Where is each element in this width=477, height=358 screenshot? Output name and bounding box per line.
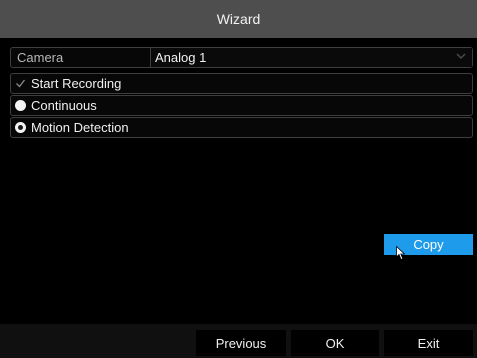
camera-label: Camera (17, 50, 64, 65)
title-bar: Wizard (0, 0, 477, 38)
camera-select[interactable]: Analog 1 (150, 48, 472, 67)
exit-button[interactable]: Exit (384, 330, 473, 356)
start-recording-label: Start Recording (31, 76, 122, 91)
chevron-down-icon (456, 53, 466, 60)
motion-detection-label: Motion Detection (31, 120, 129, 135)
wizard-dialog: Wizard Camera Analog 1 Start Recording C… (0, 0, 477, 358)
continuous-radio[interactable] (15, 100, 26, 111)
ok-button[interactable]: OK (291, 330, 379, 356)
camera-row: Camera Analog 1 (10, 47, 473, 68)
motion-detection-radio[interactable] (15, 122, 26, 133)
previous-button[interactable]: Previous (196, 330, 286, 356)
camera-select-value: Analog 1 (155, 50, 207, 65)
continuous-row[interactable]: Continuous (10, 95, 473, 116)
continuous-label: Continuous (31, 98, 97, 113)
motion-detection-row[interactable]: Motion Detection (10, 117, 473, 138)
window-title: Wizard (216, 11, 261, 27)
checkmark-icon[interactable] (15, 78, 26, 89)
mouse-pointer-icon (396, 246, 406, 261)
start-recording-row[interactable]: Start Recording (10, 73, 473, 94)
